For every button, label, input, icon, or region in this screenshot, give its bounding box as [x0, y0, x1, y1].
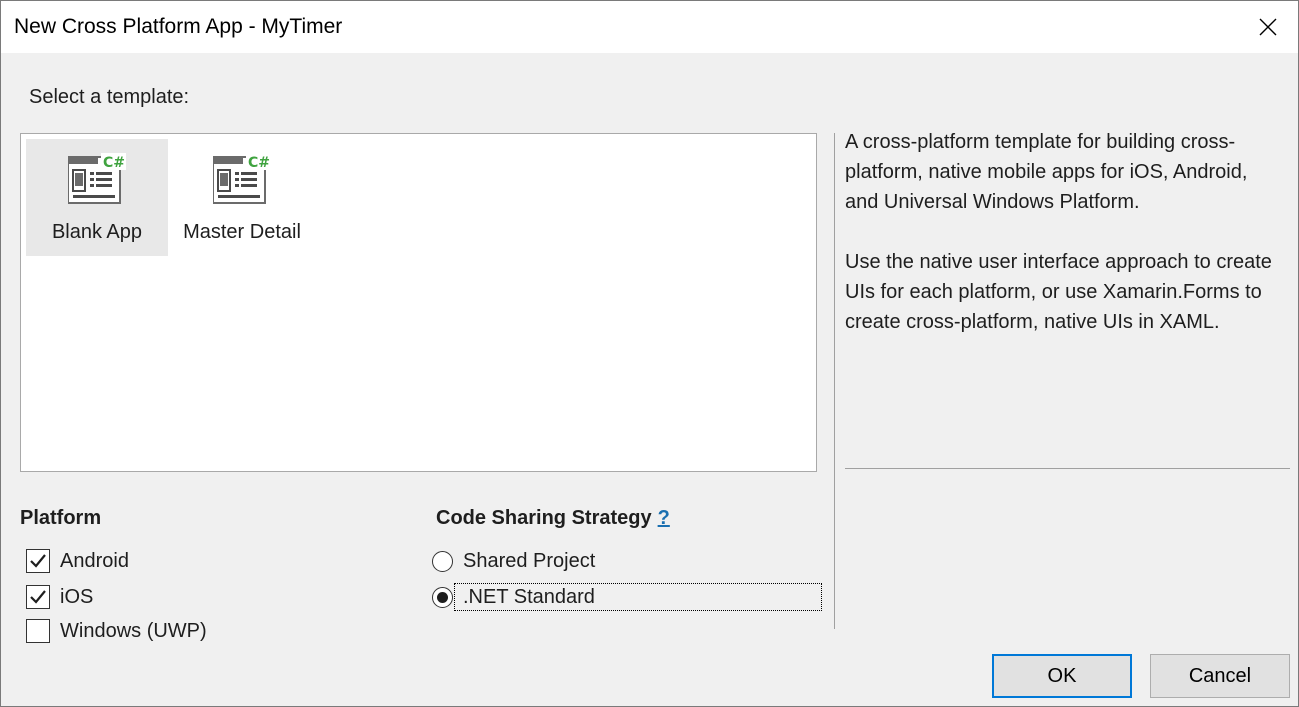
net-standard-radio[interactable]: [432, 586, 453, 608]
platform-heading: Platform: [20, 507, 102, 529]
template-description: A cross-platform template for building c…: [845, 127, 1285, 337]
uwp-checkbox[interactable]: [26, 619, 50, 643]
title-bar: New Cross Platform App - MyTimer: [1, 1, 1298, 53]
platform-uwp-option[interactable]: Windows (UWP): [26, 616, 207, 646]
template-label: Master Detail: [183, 221, 301, 243]
csharp-template-icon: C#: [68, 153, 126, 204]
template-list: C# Blank App C# Master Detail: [20, 133, 817, 472]
ios-checkbox[interactable]: [26, 585, 50, 609]
platform-ios-option[interactable]: iOS: [26, 582, 93, 612]
select-template-label: Select a template:: [29, 86, 190, 108]
vertical-divider: [834, 133, 835, 629]
checkbox-label: Windows (UWP): [60, 619, 207, 642]
close-button[interactable]: [1238, 1, 1298, 53]
platform-android-option[interactable]: Android: [26, 546, 129, 576]
net-standard-option[interactable]: .NET Standard: [432, 582, 595, 612]
code-sharing-title: Code Sharing Strategy: [436, 507, 652, 529]
code-sharing-heading: Code Sharing Strategy?: [436, 507, 670, 530]
template-label: Blank App: [51, 221, 143, 243]
cancel-button[interactable]: Cancel: [1150, 654, 1290, 698]
template-master-detail[interactable]: C# Master Detail: [171, 139, 313, 256]
horizontal-divider: [845, 468, 1290, 469]
android-checkbox[interactable]: [26, 549, 50, 573]
svg-text:C#: C#: [248, 155, 270, 171]
dialog-window: New Cross Platform App - MyTimer Select …: [0, 0, 1299, 707]
ok-button[interactable]: OK: [992, 654, 1132, 698]
checkmark-icon: [30, 554, 46, 568]
help-link[interactable]: ?: [658, 507, 670, 529]
close-icon: [1259, 18, 1277, 36]
shared-project-option[interactable]: Shared Project: [432, 546, 595, 576]
csharp-template-icon: C#: [213, 153, 271, 204]
description-paragraph: A cross-platform template for building c…: [845, 131, 1248, 213]
shared-project-radio[interactable]: [432, 550, 453, 572]
window-title: New Cross Platform App - MyTimer: [14, 15, 343, 38]
checkbox-label: Android: [60, 549, 129, 572]
checkbox-label: iOS: [60, 585, 94, 608]
radio-label: Shared Project: [463, 549, 596, 572]
checkmark-icon: [30, 590, 46, 604]
svg-text:C#: C#: [103, 155, 125, 171]
description-paragraph: Use the native user interface approach t…: [845, 251, 1272, 333]
template-blank-app[interactable]: C# Blank App: [26, 139, 168, 256]
radio-selected-dot: [437, 591, 448, 603]
radio-label: .NET Standard: [463, 585, 595, 608]
